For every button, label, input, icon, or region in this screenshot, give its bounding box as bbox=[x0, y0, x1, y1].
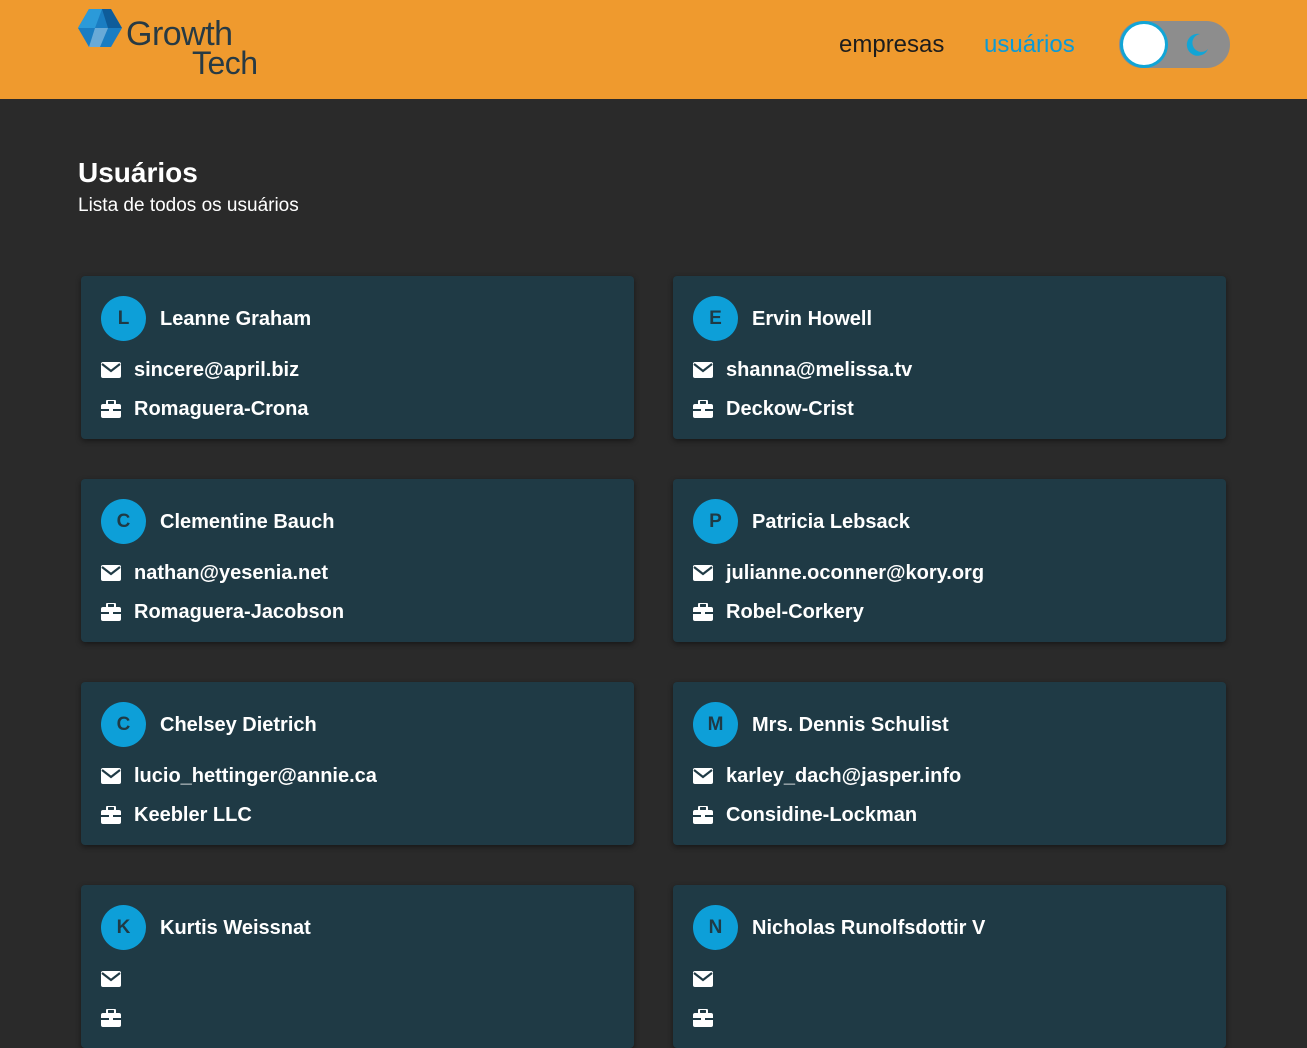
avatar: E bbox=[693, 296, 738, 341]
user-card[interactable]: K Kurtis Weissnat bbox=[81, 885, 634, 1048]
user-email: lucio_hettinger@annie.ca bbox=[134, 765, 377, 787]
user-name: Ervin Howell bbox=[752, 308, 873, 330]
avatar: M bbox=[693, 702, 738, 747]
briefcase-icon bbox=[693, 400, 713, 418]
user-name: Nicholas Runolfsdottir V bbox=[752, 917, 986, 939]
user-card[interactable]: P Patricia Lebsack julianne.oconner@kory… bbox=[673, 479, 1226, 642]
user-email: karley_dach@jasper.info bbox=[726, 765, 962, 787]
envelope-icon bbox=[101, 768, 121, 784]
user-card[interactable]: C Chelsey Dietrich lucio_hettinger@annie… bbox=[81, 682, 634, 845]
user-email: shanna@melissa.tv bbox=[726, 359, 913, 381]
user-name: Chelsey Dietrich bbox=[160, 714, 317, 736]
nav-link-empresas[interactable]: empresas bbox=[839, 31, 944, 59]
user-card[interactable]: N Nicholas Runolfsdottir V bbox=[673, 885, 1226, 1048]
envelope-icon bbox=[693, 362, 713, 378]
briefcase-icon bbox=[101, 806, 121, 824]
briefcase-icon bbox=[101, 603, 121, 621]
briefcase-icon bbox=[101, 1009, 121, 1027]
toggle-knob bbox=[1120, 21, 1168, 68]
envelope-icon bbox=[101, 565, 121, 581]
envelope-icon bbox=[693, 971, 713, 987]
briefcase-icon bbox=[693, 1009, 713, 1027]
avatar: C bbox=[101, 499, 146, 544]
avatar: N bbox=[693, 905, 738, 950]
user-name: Mrs. Dennis Schulist bbox=[752, 714, 949, 736]
user-name: Patricia Lebsack bbox=[752, 511, 910, 533]
user-company: Romaguera-Crona bbox=[134, 398, 309, 420]
user-name: Leanne Graham bbox=[160, 308, 312, 330]
logo-mark-icon bbox=[78, 9, 122, 47]
user-company: Romaguera-Jacobson bbox=[134, 601, 345, 623]
briefcase-icon bbox=[693, 603, 713, 621]
avatar: C bbox=[101, 702, 146, 747]
user-email: nathan@yesenia.net bbox=[134, 562, 329, 584]
page-subtitle: Lista de todos os usuários bbox=[78, 195, 299, 216]
user-card[interactable]: L Leanne Graham sincere@april.biz Romagu… bbox=[81, 276, 634, 439]
app-header: Growth Tech empresas usuários bbox=[0, 0, 1307, 99]
user-email: sincere@april.biz bbox=[134, 359, 300, 381]
moon-icon bbox=[1186, 33, 1208, 56]
user-name: Kurtis Weissnat bbox=[160, 917, 311, 939]
theme-toggle[interactable] bbox=[1119, 21, 1230, 68]
user-card[interactable]: E Ervin Howell shanna@melissa.tv Deckow-… bbox=[673, 276, 1226, 439]
envelope-icon bbox=[693, 565, 713, 581]
user-card[interactable]: C Clementine Bauch nathan@yesenia.net Ro… bbox=[81, 479, 634, 642]
envelope-icon bbox=[693, 768, 713, 784]
user-email: julianne.oconner@kory.org bbox=[726, 562, 985, 584]
nav-link-usuarios[interactable]: usuários bbox=[984, 31, 1075, 59]
envelope-icon bbox=[101, 362, 121, 378]
briefcase-icon bbox=[101, 400, 121, 418]
page-title: Usuários bbox=[78, 157, 198, 188]
avatar: P bbox=[693, 499, 738, 544]
logo-text-tech: Tech bbox=[192, 45, 258, 81]
user-company: Robel-Corkery bbox=[726, 601, 864, 623]
user-company: Considine-Lockman bbox=[726, 804, 918, 826]
user-company: Deckow-Crist bbox=[726, 398, 854, 420]
user-company: Keebler LLC bbox=[134, 804, 252, 826]
user-card[interactable]: M Mrs. Dennis Schulist karley_dach@jaspe… bbox=[673, 682, 1226, 845]
user-name: Clementine Bauch bbox=[160, 511, 335, 533]
avatar: L bbox=[101, 296, 146, 341]
avatar: K bbox=[101, 905, 146, 950]
growth-tech-logo[interactable]: Growth Tech bbox=[78, 9, 263, 79]
briefcase-icon bbox=[693, 806, 713, 824]
envelope-icon bbox=[101, 971, 121, 987]
